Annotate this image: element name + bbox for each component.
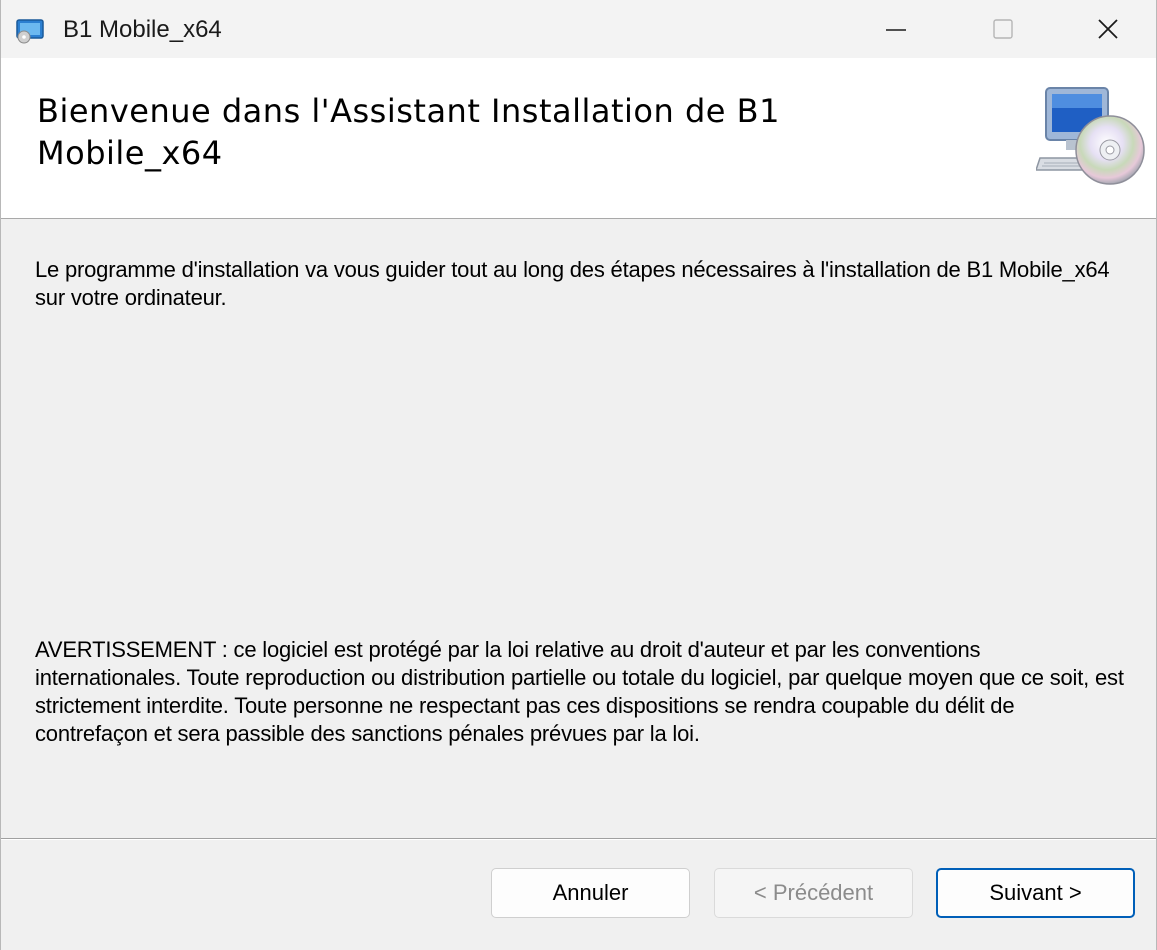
close-icon xyxy=(1098,19,1118,39)
wizard-title: Bienvenue dans l'Assistant Installation … xyxy=(37,92,780,172)
cancel-button[interactable]: Annuler xyxy=(491,868,690,918)
wizard-header: Bienvenue dans l'Assistant Installation … xyxy=(1,58,1156,219)
installer-icon xyxy=(15,18,47,44)
minimize-button[interactable] xyxy=(851,0,941,58)
close-button[interactable] xyxy=(1063,0,1153,58)
installer-window: B1 Mobile_x64 Bienvenue dans l'Assistant… xyxy=(0,0,1157,950)
next-button[interactable]: Suivant > xyxy=(936,868,1135,918)
computer-cd-icon xyxy=(1034,86,1148,190)
intro-text: Le programme d'installation va vous guid… xyxy=(35,257,1110,310)
minimize-icon xyxy=(886,29,906,31)
copyright-warning: AVERTISSEMENT : ce logiciel est protégé … xyxy=(35,637,1124,746)
window-title: B1 Mobile_x64 xyxy=(63,16,222,43)
maximize-button[interactable] xyxy=(958,0,1048,58)
maximize-icon xyxy=(993,19,1013,39)
footer-divider xyxy=(1,838,1156,840)
title-bar[interactable]: B1 Mobile_x64 xyxy=(1,0,1156,58)
previous-button[interactable]: < Précédent xyxy=(714,868,913,918)
